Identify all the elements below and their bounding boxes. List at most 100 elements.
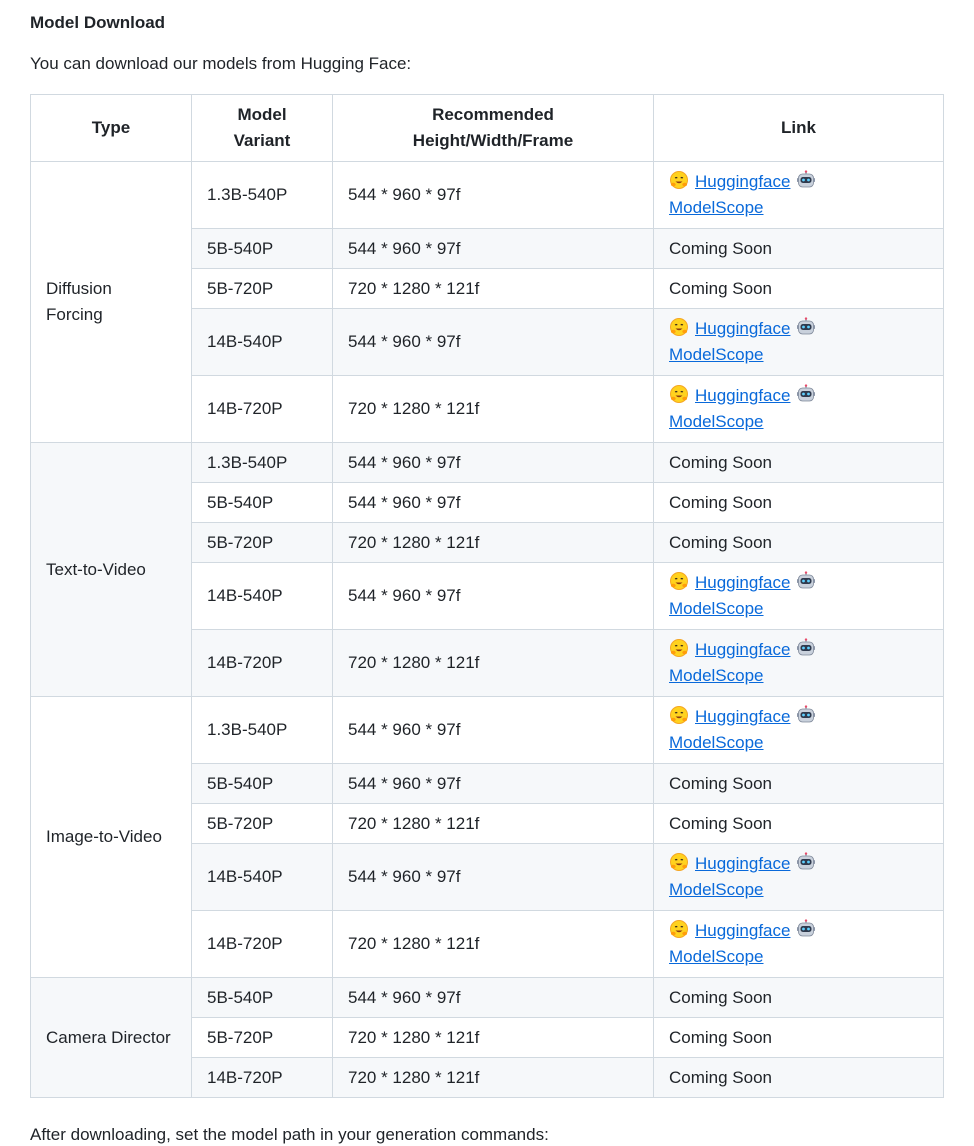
variant-cell: 14B-720P — [191, 1057, 333, 1098]
huggingface-link[interactable]: Huggingface — [695, 573, 790, 592]
modelscope-link[interactable]: ModelScope — [669, 880, 764, 899]
link-cell: Coming Soon — [653, 1057, 944, 1098]
modelscope-link[interactable]: ModelScope — [669, 733, 764, 752]
link-cell: Coming Soon — [653, 1017, 944, 1058]
header-row: Type Model Variant Recommended Height/Wi… — [30, 94, 944, 162]
variant-cell: 14B-720P — [191, 629, 333, 697]
variant-cell: 5B-540P — [191, 228, 333, 269]
header-resolution: Recommended Height/Width/Frame — [332, 94, 654, 162]
resolution-cell: 544 * 960 * 97f — [332, 763, 654, 804]
robot-icon — [797, 170, 816, 188]
type-label-line1: Image-to-Video — [46, 827, 162, 846]
huggingface-link[interactable]: Huggingface — [695, 172, 790, 191]
link-cell: Coming Soon — [653, 522, 944, 563]
resolution-cell: 544 * 960 * 97f — [332, 696, 654, 764]
resolution-cell: 544 * 960 * 97f — [332, 228, 654, 269]
resolution-cell: 720 * 1280 * 121f — [332, 1017, 654, 1058]
robot-icon — [797, 852, 816, 870]
header-variant-line1: Model — [237, 105, 287, 124]
huggingface-link[interactable]: Huggingface — [695, 707, 790, 726]
variant-cell: 5B-720P — [191, 522, 333, 563]
robot-icon — [797, 384, 816, 402]
variant-cell: 5B-720P — [191, 803, 333, 844]
hugging-face-icon — [670, 318, 688, 336]
robot-icon — [797, 571, 816, 589]
type-label-line1: Camera Director — [46, 1027, 171, 1047]
resolution-cell: 544 * 960 * 97f — [332, 843, 654, 911]
outro-text: After downloading, set the model path in… — [30, 1125, 549, 1144]
header-res-line1: Recommended — [432, 105, 554, 124]
link-cell: Coming Soon — [653, 977, 944, 1018]
huggingface-link[interactable]: Huggingface — [695, 319, 790, 338]
variant-cell: 14B-540P — [191, 562, 333, 630]
link-cell: Coming Soon — [653, 228, 944, 269]
hugging-face-icon — [670, 920, 688, 938]
header-type: Type — [30, 94, 192, 162]
table-row: Image-to-Video 1.3B-540P 544 * 960 * 97f Hu… — [30, 696, 944, 978]
link-cell: Coming Soon — [653, 482, 944, 523]
variant-cell: 5B-540P — [191, 482, 333, 523]
link-cell: Huggingface ModelScope — [653, 843, 944, 911]
link-cell: Huggingface ModelScope — [653, 629, 944, 697]
link-cell: Coming Soon — [653, 442, 944, 483]
hugging-face-icon — [670, 706, 688, 724]
link-cell: Huggingface ModelScope — [653, 375, 944, 443]
hugging-face-icon — [670, 171, 688, 189]
link-cell: Huggingface ModelScope — [653, 308, 944, 376]
link-cell: Coming Soon — [653, 268, 944, 309]
robot-icon — [797, 317, 816, 335]
table-row: Camera Director 5B-540P 544 * 960 * 97f Com… — [30, 977, 944, 1098]
modelscope-link[interactable]: ModelScope — [669, 666, 764, 685]
robot-icon — [797, 705, 816, 723]
huggingface-link[interactable]: Huggingface — [695, 921, 790, 940]
header-variant: Model Variant — [191, 94, 333, 162]
robot-icon — [797, 919, 816, 937]
resolution-cell: 720 * 1280 * 121f — [332, 522, 654, 563]
variant-cell: 1.3B-540P — [191, 696, 333, 764]
modelscope-link[interactable]: ModelScope — [669, 345, 764, 364]
modelscope-link[interactable]: ModelScope — [669, 599, 764, 618]
huggingface-link[interactable]: Huggingface — [695, 640, 790, 659]
section-heading: Model Download — [30, 13, 166, 32]
hugging-face-icon — [670, 572, 688, 590]
resolution-cell: 720 * 1280 * 121f — [332, 910, 654, 978]
modelscope-link[interactable]: ModelScope — [669, 198, 764, 217]
resolution-cell: 720 * 1280 * 121f — [332, 375, 654, 443]
header-variant-line2: Variant — [233, 131, 291, 150]
table-row: Diffusion Forcing 1.3B-540P 544 * 960 * 97f… — [30, 161, 944, 443]
hugging-face-icon — [670, 639, 688, 657]
resolution-cell: 720 * 1280 * 121f — [332, 1057, 654, 1098]
variant-cell: 14B-720P — [191, 910, 333, 978]
resolution-cell: 544 * 960 * 97f — [332, 562, 654, 630]
resolution-cell: 720 * 1280 * 121f — [332, 268, 654, 309]
link-cell: Huggingface ModelScope — [653, 562, 944, 630]
variant-cell: 5B-720P — [191, 1017, 333, 1058]
table-body: Diffusion Forcing 1.3B-540P 544 * 960 * 97f… — [30, 161, 944, 1098]
table-row: Text-to-Video 1.3B-540P 544 * 960 * 97f Com… — [30, 442, 944, 697]
type-cell: Diffusion Forcing — [30, 161, 192, 443]
variant-cell: 5B-540P — [191, 977, 333, 1018]
link-cell: Coming Soon — [653, 763, 944, 804]
hugging-face-icon — [670, 385, 688, 403]
variant-cell: 14B-720P — [191, 375, 333, 443]
variant-cell: 14B-540P — [191, 843, 333, 911]
variant-cell: 1.3B-540P — [191, 161, 333, 229]
resolution-cell: 720 * 1280 * 121f — [332, 629, 654, 697]
header-link: Link — [653, 94, 944, 162]
resolution-cell: 544 * 960 * 97f — [332, 977, 654, 1018]
robot-icon — [797, 638, 816, 656]
model-table: Type Model Variant Recommended Height/Wi… — [30, 94, 944, 1098]
type-cell: Text-to-Video — [30, 442, 192, 697]
link-cell: Huggingface ModelScope — [653, 161, 944, 229]
link-cell: Huggingface ModelScope — [653, 696, 944, 764]
type-cell: Image-to-Video — [30, 696, 192, 978]
resolution-cell: 544 * 960 * 97f — [332, 308, 654, 376]
variant-cell: 1.3B-540P — [191, 442, 333, 483]
huggingface-link[interactable]: Huggingface — [695, 854, 790, 873]
header-res-line2: Height/Width/Frame — [412, 131, 574, 150]
type-label-line1: Text-to-Video — [46, 559, 146, 579]
modelscope-link[interactable]: ModelScope — [669, 412, 764, 431]
variant-cell: 14B-540P — [191, 308, 333, 376]
modelscope-link[interactable]: ModelScope — [669, 947, 764, 966]
huggingface-link[interactable]: Huggingface — [695, 386, 790, 405]
